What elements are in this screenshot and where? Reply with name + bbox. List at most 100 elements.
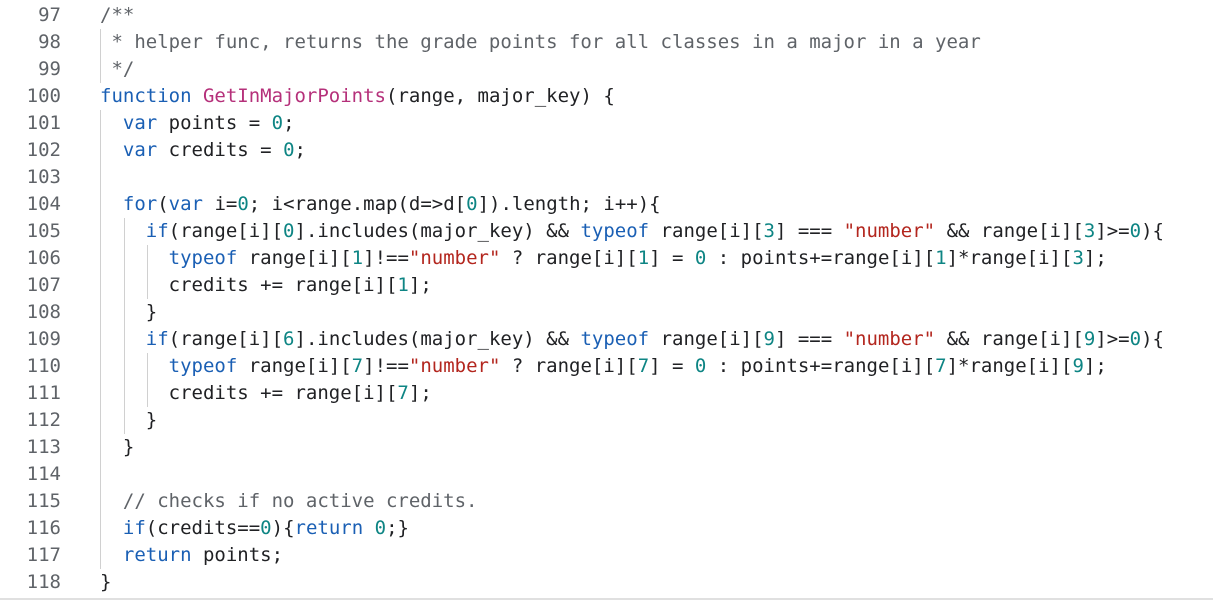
code-token-default: credits += range[i][ <box>100 382 398 404</box>
code-line[interactable]: 115 // checks if no active credits. <box>0 488 1213 515</box>
code-line[interactable]: 102 var credits = 0; <box>0 137 1213 164</box>
code-token-default: points = <box>157 112 272 134</box>
code-line[interactable]: 105 if(range[i][0].includes(major_key) &… <box>0 218 1213 245</box>
code-text: } <box>100 299 157 326</box>
code-token-default: ; <box>283 112 295 134</box>
code-line[interactable]: 106 typeof range[i][1]!=="number" ? rang… <box>0 245 1213 272</box>
code-token-number: 0 <box>237 193 249 215</box>
code-line[interactable]: 103 <box>0 164 1213 191</box>
line-number: 111 <box>26 382 61 404</box>
line-number: 109 <box>26 328 61 350</box>
code-token-comment: // checks if no active credits. <box>122 490 478 512</box>
code-line[interactable]: 97 /** <box>0 2 1213 29</box>
code-token-number: 3 <box>1072 247 1084 269</box>
code-token-default: (range[i][ <box>168 328 284 350</box>
code-token-default <box>100 247 169 269</box>
code-line[interactable]: 114 <box>0 461 1213 488</box>
code-token-default: ? range[i][ <box>500 355 638 377</box>
code-token-default <box>363 517 374 539</box>
code-token-number: 0 <box>271 112 284 134</box>
code-token-default: ]).length; i++){ <box>477 193 661 215</box>
code-token-keyword: function <box>100 85 192 107</box>
code-token-number: 1 <box>637 247 650 269</box>
code-line[interactable]: 109 if(range[i][6].includes(major_key) &… <box>0 326 1213 353</box>
code-token-default: ){ <box>1141 220 1164 242</box>
code-token-comment: /** <box>100 4 135 26</box>
code-token-number: 0 <box>694 247 707 269</box>
code-line[interactable]: 104 for(var i=0; i<range.map(d=>d[0]).le… <box>0 191 1213 218</box>
code-token-number: 0 <box>260 517 272 539</box>
code-token-number: 0 <box>466 193 478 215</box>
code-line[interactable]: 101 var points = 0; <box>0 110 1213 137</box>
code-token-default: ]; <box>408 274 432 296</box>
code-text: credits += range[i][7]; <box>100 380 432 407</box>
code-line[interactable]: 99 */ <box>0 56 1213 83</box>
code-token-default: credits = <box>157 139 284 161</box>
code-token-keyword: if <box>145 328 169 350</box>
code-text: * helper func, returns the grade points … <box>100 29 981 56</box>
code-token-number: 6 <box>283 328 295 350</box>
code-token-number: 0 <box>283 220 295 242</box>
code-line[interactable]: 118} <box>0 569 1213 596</box>
code-text: */ <box>100 56 134 83</box>
indent-guide <box>124 218 125 434</box>
line-number: 112 <box>26 409 61 431</box>
code-token-default: ] === <box>774 220 844 242</box>
code-line[interactable]: 100 function GetInMajorPoints(range, majo… <box>0 83 1213 110</box>
code-token-default: range[i][ <box>237 355 352 377</box>
code-text: } <box>100 407 157 434</box>
code-token-default: } <box>100 571 112 593</box>
code-token-comment: * helper func, returns the grade points … <box>100 31 981 53</box>
code-token-keyword: var <box>122 112 158 134</box>
line-number: 101 <box>26 112 61 134</box>
line-number: 106 <box>26 247 61 269</box>
code-token-keyword: var <box>122 139 158 161</box>
code-line[interactable]: 117 return points; <box>0 542 1213 569</box>
code-text: for(var i=0; i<range.map(d=>d[0]).length… <box>100 191 661 218</box>
code-line[interactable]: 116 if(credits==0){return 0;} <box>0 515 1213 542</box>
code-line[interactable]: 112 } <box>0 407 1213 434</box>
code-token-keyword: typeof <box>580 328 650 350</box>
code-text: credits += range[i][1]; <box>100 272 432 299</box>
code-token-string: "number" <box>843 220 936 242</box>
code-line[interactable]: 113 } <box>0 434 1213 461</box>
code-token-default: range[i][ <box>237 247 352 269</box>
code-token-keyword: return <box>122 544 192 566</box>
code-token-number: 9 <box>1083 328 1096 350</box>
code-token-default: range[i][ <box>649 328 764 350</box>
code-token-keyword: var <box>168 193 203 215</box>
code-token-default: } <box>100 301 158 323</box>
code-line[interactable]: 107 credits += range[i][1]; <box>0 272 1213 299</box>
code-token-default: ]!== <box>363 355 409 377</box>
code-token-number: 7 <box>397 382 409 404</box>
code-token-default: ]>= <box>1095 328 1130 350</box>
line-number: 115 <box>26 490 61 512</box>
code-token-default <box>192 85 203 107</box>
code-line[interactable]: 98 * helper func, returns the grade poin… <box>0 29 1213 56</box>
code-text: } <box>100 434 134 461</box>
code-token-default: } <box>100 409 158 431</box>
code-token-keyword: if <box>145 220 169 242</box>
line-number: 97 <box>38 4 61 26</box>
code-token-number: 9 <box>763 328 775 350</box>
code-token-keyword: typeof <box>168 355 238 377</box>
indent-guide <box>100 29 101 83</box>
code-token-number: 1 <box>935 247 947 269</box>
code-token-number: 1 <box>397 274 409 296</box>
indent-guide <box>100 110 101 569</box>
code-token-default: ] === <box>774 328 844 350</box>
code-line[interactable]: 111 credits += range[i][7]; <box>0 380 1213 407</box>
line-number: 108 <box>26 301 61 323</box>
code-token-default: ]!== <box>363 247 409 269</box>
code-token-default: i= <box>203 193 238 215</box>
code-token-default: && range[i][ <box>935 328 1084 350</box>
code-editor[interactable]: 97/** 98 * helper func, returns the grade… <box>0 0 1213 600</box>
code-line[interactable]: 108 } <box>0 299 1213 326</box>
code-token-default: ]; <box>1083 355 1107 377</box>
code-token-number: 0 <box>1129 220 1142 242</box>
code-token-default: } <box>100 436 135 458</box>
code-token-default: ( <box>157 193 169 215</box>
line-number: 102 <box>26 139 61 161</box>
line-number: 113 <box>26 436 61 458</box>
code-line[interactable]: 110 typeof range[i][7]!=="number" ? rang… <box>0 353 1213 380</box>
